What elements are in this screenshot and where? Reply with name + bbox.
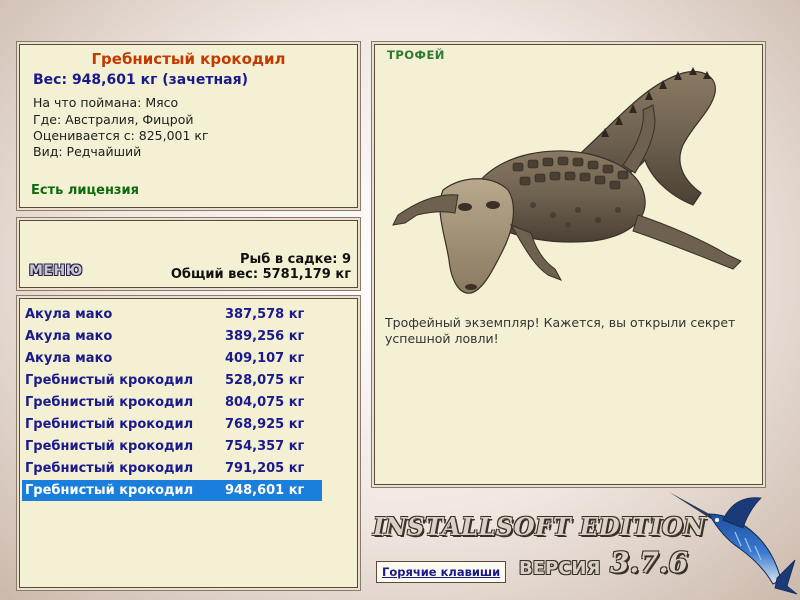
- catch-row[interactable]: Гребнистый крокодил 804,075 кг: [22, 392, 322, 413]
- catch-weight: 409,107 кг: [225, 351, 305, 366]
- valued-from-info: Оценивается с: 825,001 кг: [33, 128, 209, 143]
- brand-title: INSTALLSOFT EDITION: [373, 512, 706, 541]
- fish-name: Гребнистый крокодил: [91, 50, 286, 68]
- catch-name: Гребнистый крокодил: [25, 461, 194, 476]
- catch-weight: 768,925 кг: [225, 417, 305, 432]
- catch-weight: 389,256 кг: [225, 329, 305, 344]
- catch-name: Гребнистый крокодил: [25, 395, 194, 410]
- license-status: Есть лицензия: [31, 183, 139, 198]
- catch-weight: 528,075 кг: [225, 373, 305, 388]
- location-info: Где: Австралия, Фицрой: [33, 112, 194, 127]
- fish-info-panel: Гребнистый крокодил Вес: 948,601 кг (зач…: [19, 44, 358, 208]
- total-weight: Общий вес: 5781,179 кг: [170, 267, 351, 282]
- crocodile-image: [392, 67, 742, 294]
- catch-weight: 791,205 кг: [225, 461, 305, 476]
- catch-name: Гребнистый крокодил: [25, 483, 194, 498]
- catch-name: Гребнистый крокодил: [25, 373, 194, 388]
- trophy-message: Трофейный экземпляр! Кажется, вы открыли…: [385, 315, 736, 346]
- fish-weight: Вес: 948,601 кг (зачетная): [33, 72, 248, 88]
- catch-row[interactable]: Гребнистый крокодил 754,357 кг: [22, 436, 322, 457]
- catch-row[interactable]: Гребнистый крокодил 948,601 кг: [22, 480, 322, 501]
- catch-row[interactable]: Гребнистый крокодил 791,205 кг: [22, 458, 322, 479]
- catch-name: Акула мако: [25, 351, 113, 366]
- catch-row[interactable]: Акула мако 389,256 кг: [22, 326, 322, 347]
- trophy-label: ТРОФЕЙ: [387, 48, 445, 62]
- bait-info: На что поймана: Мясо: [33, 95, 179, 110]
- cage-summary-panel: МЕНЮ Рыб в садке: 9 Общий вес: 5781,179 …: [19, 220, 358, 288]
- catch-weight: 754,357 кг: [225, 439, 305, 454]
- catch-name: Акула мако: [25, 329, 113, 344]
- catch-row[interactable]: Гребнистый крокодил 528,075 кг: [22, 370, 322, 391]
- trophy-panel: ТРОФЕЙ Трофейный экземпляр! Кажется, вы …: [374, 44, 763, 485]
- catch-name: Акула мако: [25, 307, 113, 322]
- version-label: ВЕРСИЯ: [519, 558, 601, 579]
- hotkeys-link[interactable]: Горячие клавиши: [376, 561, 507, 583]
- fish-in-cage: Рыб в садке: 9: [239, 252, 351, 267]
- catch-name: Гребнистый крокодил: [25, 439, 194, 454]
- catch-weight: 804,075 кг: [225, 395, 305, 410]
- rarity-info: Вид: Редчайший: [33, 144, 142, 159]
- catch-weight: 387,578 кг: [225, 307, 305, 322]
- catch-row[interactable]: Гребнистый крокодил 768,925 кг: [22, 414, 322, 435]
- catch-row[interactable]: Акула мако 387,578 кг: [22, 304, 322, 325]
- catch-weight: 948,601 кг: [225, 483, 305, 498]
- catch-list: Акула мако 387,578 кг Акула мако 389,256 кг…: [19, 298, 358, 588]
- menu-button[interactable]: МЕНЮ: [29, 263, 83, 279]
- catch-name: Гребнистый крокодил: [25, 417, 194, 432]
- catch-row[interactable]: Акула мако 409,107 кг: [22, 348, 322, 369]
- marlin-icon: [669, 492, 798, 595]
